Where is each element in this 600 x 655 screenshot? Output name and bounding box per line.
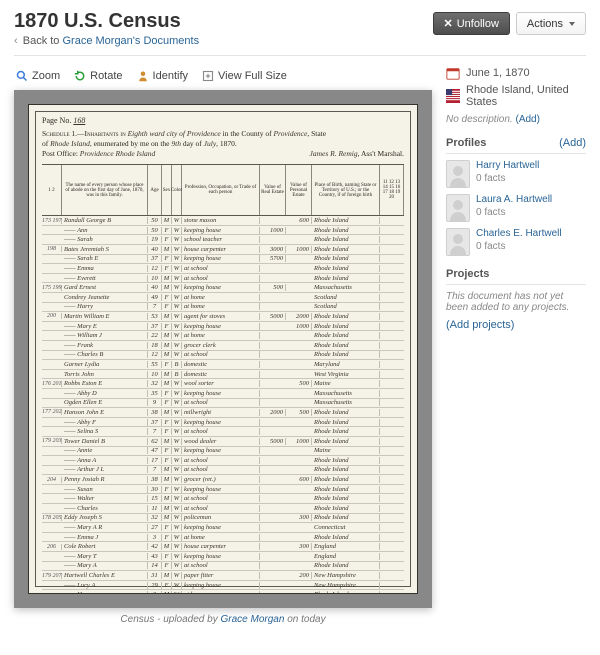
- document-date: June 1, 1870: [466, 67, 530, 79]
- profile-facts: 0 facts: [476, 207, 505, 218]
- document-caption: Census - uploaded by Grace Morgan on tod…: [14, 614, 432, 625]
- no-description-text: No description.: [446, 114, 513, 125]
- census-column-headers: 1 2 The name of every person whose place…: [42, 164, 404, 216]
- census-row: 178 205Eddy Joseph S32MWpoliceman300Rhod…: [42, 514, 404, 524]
- census-row: 179 207Hartwell Charles E31MWpaper fitte…: [42, 571, 404, 581]
- profile-link[interactable]: Charles E. Hartwell: [476, 228, 562, 239]
- census-row: Garner Lydia55FBdomesticMaryland: [42, 360, 404, 370]
- profile-item: Laura A. Hartwell 0 facts: [446, 194, 586, 222]
- census-row: —— Emma12FWat schoolRhode Island: [42, 264, 404, 274]
- census-row: 200Martin William E53MWagent for stoves5…: [42, 312, 404, 322]
- census-row: —— Selina S7FWat schoolRhode Island: [42, 427, 404, 437]
- rotate-tool[interactable]: Rotate: [74, 70, 122, 82]
- census-row: 177 202Hanson John E38MWmillwright200050…: [42, 408, 404, 418]
- census-row: —— Walter15MWat schoolRhode Island: [42, 494, 404, 504]
- census-row: 206Cole Robert42MWhouse carpenter300Engl…: [42, 542, 404, 552]
- census-row: —— Mary A14FWat schoolRhode Island: [42, 562, 404, 572]
- projects-empty-text: This document has not yet been added to …: [446, 291, 586, 313]
- fullsize-tool[interactable]: View Full Size: [202, 70, 287, 82]
- census-row: —— William J22MWat homeRhode Island: [42, 331, 404, 341]
- census-row: —— Harry7FWat homeScotland: [42, 303, 404, 313]
- census-row: —— Charles11MWat schoolRhode Island: [42, 504, 404, 514]
- profiles-heading: Profiles: [446, 137, 486, 149]
- expand-icon: [202, 70, 214, 82]
- census-row: —— Abby F37FWkeeping houseRhode Island: [42, 418, 404, 428]
- breadcrumb: ‹ Back to Grace Morgan's Documents: [14, 35, 199, 47]
- census-row: 198Bates Jeremiah S40MWhouse carpenter30…: [42, 245, 404, 255]
- back-link[interactable]: Grace Morgan's Documents: [62, 35, 199, 47]
- flag-icon: [446, 89, 460, 103]
- census-row: —— Harry2MWat homeRhode Island: [42, 590, 404, 594]
- census-row: Torris John10MBdomesticWest Virginia: [42, 370, 404, 380]
- profile-item: Harry Hartwell 0 facts: [446, 160, 586, 188]
- census-row: 175 199Gard Ernest40MWkeeping house500Ma…: [42, 283, 404, 293]
- census-row: —— Charles B12MWat schoolRhode Island: [42, 351, 404, 361]
- census-row: —— Susan30FWkeeping houseRhode Island: [42, 485, 404, 495]
- census-row: —— Anna A17FWat schoolRhode Island: [42, 456, 404, 466]
- census-page-image: Page No. 168 Schedule 1.—Inhabitants in …: [28, 104, 418, 594]
- census-row: 179 203Tower Daniel B62MWwood dealer5000…: [42, 437, 404, 447]
- avatar: [446, 228, 470, 256]
- census-row: Condrey Jeanette49FWat homeScotland: [42, 293, 404, 303]
- profile-facts: 0 facts: [476, 173, 505, 184]
- census-row: Ogden Ellen E9FWat schoolMassachusetts: [42, 399, 404, 409]
- profile-facts: 0 facts: [476, 241, 505, 252]
- census-row: —— Mary A R27FWkeeping houseConnecticut: [42, 523, 404, 533]
- census-row: —— Emma J3FWat homeRhode Island: [42, 533, 404, 543]
- divider: [14, 55, 586, 56]
- chevron-down-icon: [569, 22, 575, 26]
- profile-link[interactable]: Harry Hartwell: [476, 160, 539, 171]
- zoom-icon: [16, 70, 28, 82]
- unfollow-button[interactable]: ✕ Unfollow: [433, 12, 510, 35]
- census-row: —— Sarah19FWschool teacherRhode Island: [42, 235, 404, 245]
- census-row: —— Ann50FWkeeping house1000Rhode Island: [42, 226, 404, 236]
- avatar: [446, 160, 470, 188]
- calendar-icon: [446, 66, 460, 80]
- census-rows: 173 197Randall George B50MWstone mason60…: [42, 216, 404, 594]
- census-row: 176 201Robbs Eston E32MWwool sorter500Ma…: [42, 379, 404, 389]
- actions-button[interactable]: Actions: [516, 12, 586, 35]
- add-profile-link[interactable]: (Add): [559, 137, 586, 149]
- image-toolbar: Zoom Rotate Identify: [14, 66, 432, 90]
- census-row: —— Abby D35FWkeeping houseMassachusetts: [42, 389, 404, 399]
- page-title: 1870 U.S. Census: [14, 10, 199, 33]
- census-row: —— Annie47FWkeeping houseMaine: [42, 447, 404, 457]
- census-row: 204Penny Josiah R38MWgrocer (ret.)600Rho…: [42, 475, 404, 485]
- census-row: —— Sarah E37FWkeeping house5700Rhode Isl…: [42, 255, 404, 265]
- x-icon: ✕: [444, 17, 453, 30]
- census-row: —— Frank18MWgrocer clerkRhode Island: [42, 341, 404, 351]
- census-row: —— Arthur J L7MWat schoolRhode Island: [42, 466, 404, 476]
- document-viewer[interactable]: Page No. 168 Schedule 1.—Inhabitants in …: [14, 90, 432, 608]
- census-row: —— Lucy A29FWkeeping houseNew Hampshire: [42, 581, 404, 591]
- add-projects-link[interactable]: (Add projects): [446, 319, 514, 331]
- uploader-link[interactable]: Grace Morgan: [221, 614, 285, 625]
- profile-link[interactable]: Laura A. Hartwell: [476, 194, 552, 205]
- document-place: Rhode Island, United States: [466, 84, 586, 108]
- census-row: —— Everett10MWat schoolRhode Island: [42, 274, 404, 284]
- profile-item: Charles E. Hartwell 0 facts: [446, 228, 586, 256]
- identify-icon: [137, 70, 149, 82]
- census-row: —— Mary E37FWkeeping house1000Rhode Isla…: [42, 322, 404, 332]
- add-description-link[interactable]: (Add): [515, 114, 539, 125]
- projects-heading: Projects: [446, 268, 586, 285]
- identify-tool[interactable]: Identify: [137, 70, 188, 82]
- census-row: 173 197Randall George B50MWstone mason60…: [42, 216, 404, 226]
- zoom-tool[interactable]: Zoom: [16, 70, 60, 82]
- chevron-left-icon: ‹: [14, 35, 18, 47]
- census-row: —— Mary T43FWkeeping houseEngland: [42, 552, 404, 562]
- avatar: [446, 194, 470, 222]
- rotate-icon: [74, 70, 86, 82]
